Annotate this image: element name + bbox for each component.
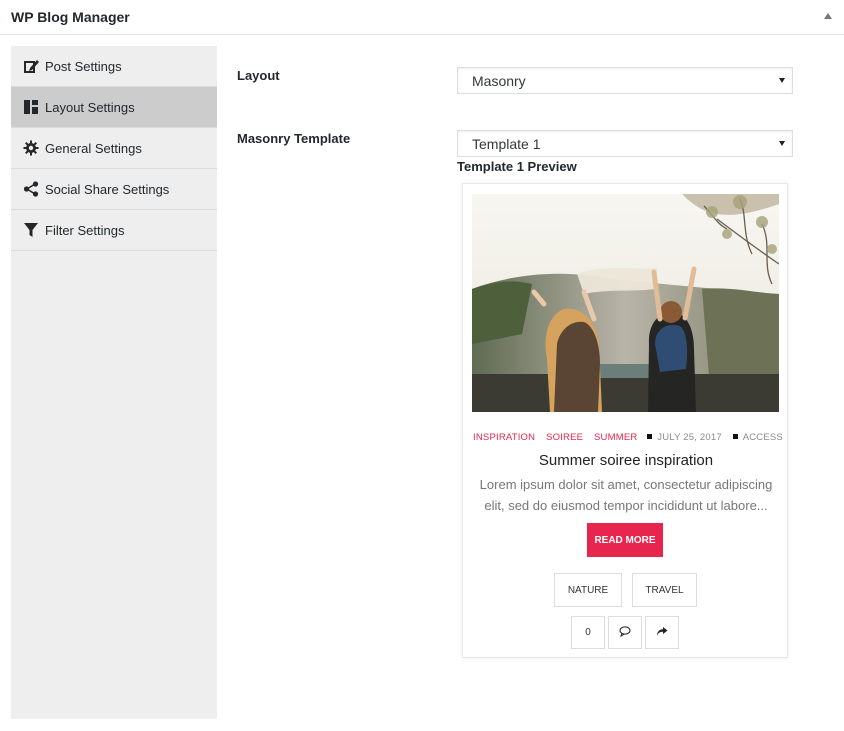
sidebar-item-label: General Settings <box>45 140 142 156</box>
comment-icon <box>619 625 631 640</box>
template-preview-card: INSPIRATION SOIREE SUMMER JULY 25, 2017 … <box>462 183 788 658</box>
category-link[interactable]: SUMMER <box>594 432 637 443</box>
separator-square-icon <box>647 434 653 440</box>
post-excerpt: Lorem ipsum dolor sit amet, consectetur … <box>479 477 773 513</box>
share-icon <box>23 181 39 197</box>
sidebar-item-layout-settings[interactable]: Layout Settings <box>11 87 217 128</box>
settings-sidebar: Post Settings Layout Settings General Se… <box>11 46 217 719</box>
chevron-down-icon <box>779 78 785 83</box>
post-title[interactable]: Summer soiree inspiration <box>463 452 789 469</box>
layout-select[interactable]: Masonry <box>457 67 793 94</box>
share-button[interactable] <box>645 616 679 649</box>
filter-icon <box>23 222 39 238</box>
layout-icon <box>23 99 39 115</box>
sidebar-item-label: Post Settings <box>45 58 122 74</box>
sidebar-item-label: Filter Settings <box>45 222 125 238</box>
chevron-down-icon <box>779 141 785 146</box>
post-author[interactable]: ACCESS <box>743 432 783 443</box>
tag-travel[interactable]: TRAVEL <box>632 573 697 607</box>
panel-title: WP Blog Manager <box>11 9 130 25</box>
template-preview-label: Template 1 Preview <box>457 159 577 174</box>
tag-nature[interactable]: NATURE <box>554 573 622 607</box>
share-arrow-icon <box>656 626 668 640</box>
like-count[interactable]: 0 <box>571 616 605 649</box>
sidebar-item-label: Social Share Settings <box>45 181 170 197</box>
post-meta: INSPIRATION SOIREE SUMMER JULY 25, 2017 … <box>463 432 789 443</box>
layout-select-value: Masonry <box>472 73 526 89</box>
sidebar-item-social-share-settings[interactable]: Social Share Settings <box>11 169 217 210</box>
read-more-button[interactable]: READ MORE <box>587 523 663 557</box>
post-date: JULY 25, 2017 <box>657 432 722 443</box>
post-featured-image <box>472 194 779 412</box>
sidebar-item-label: Layout Settings <box>45 99 135 115</box>
sidebar-item-post-settings[interactable]: Post Settings <box>11 46 217 87</box>
comment-button[interactable] <box>608 616 642 649</box>
masonry-template-label: Masonry Template <box>237 131 351 146</box>
category-link[interactable]: INSPIRATION <box>473 432 535 443</box>
masonry-template-select-value: Template 1 <box>472 136 541 152</box>
triangle-up-icon[interactable] <box>824 13 832 19</box>
gear-icon <box>23 140 39 156</box>
sidebar-item-general-settings[interactable]: General Settings <box>11 128 217 169</box>
edit-icon <box>23 58 39 74</box>
masonry-template-select[interactable]: Template 1 <box>457 130 793 157</box>
category-link[interactable]: SOIREE <box>546 432 583 443</box>
separator-square-icon <box>732 434 738 440</box>
panel-header: WP Blog Manager <box>0 0 844 35</box>
sidebar-item-filter-settings[interactable]: Filter Settings <box>11 210 217 251</box>
layout-label: Layout <box>237 68 280 83</box>
